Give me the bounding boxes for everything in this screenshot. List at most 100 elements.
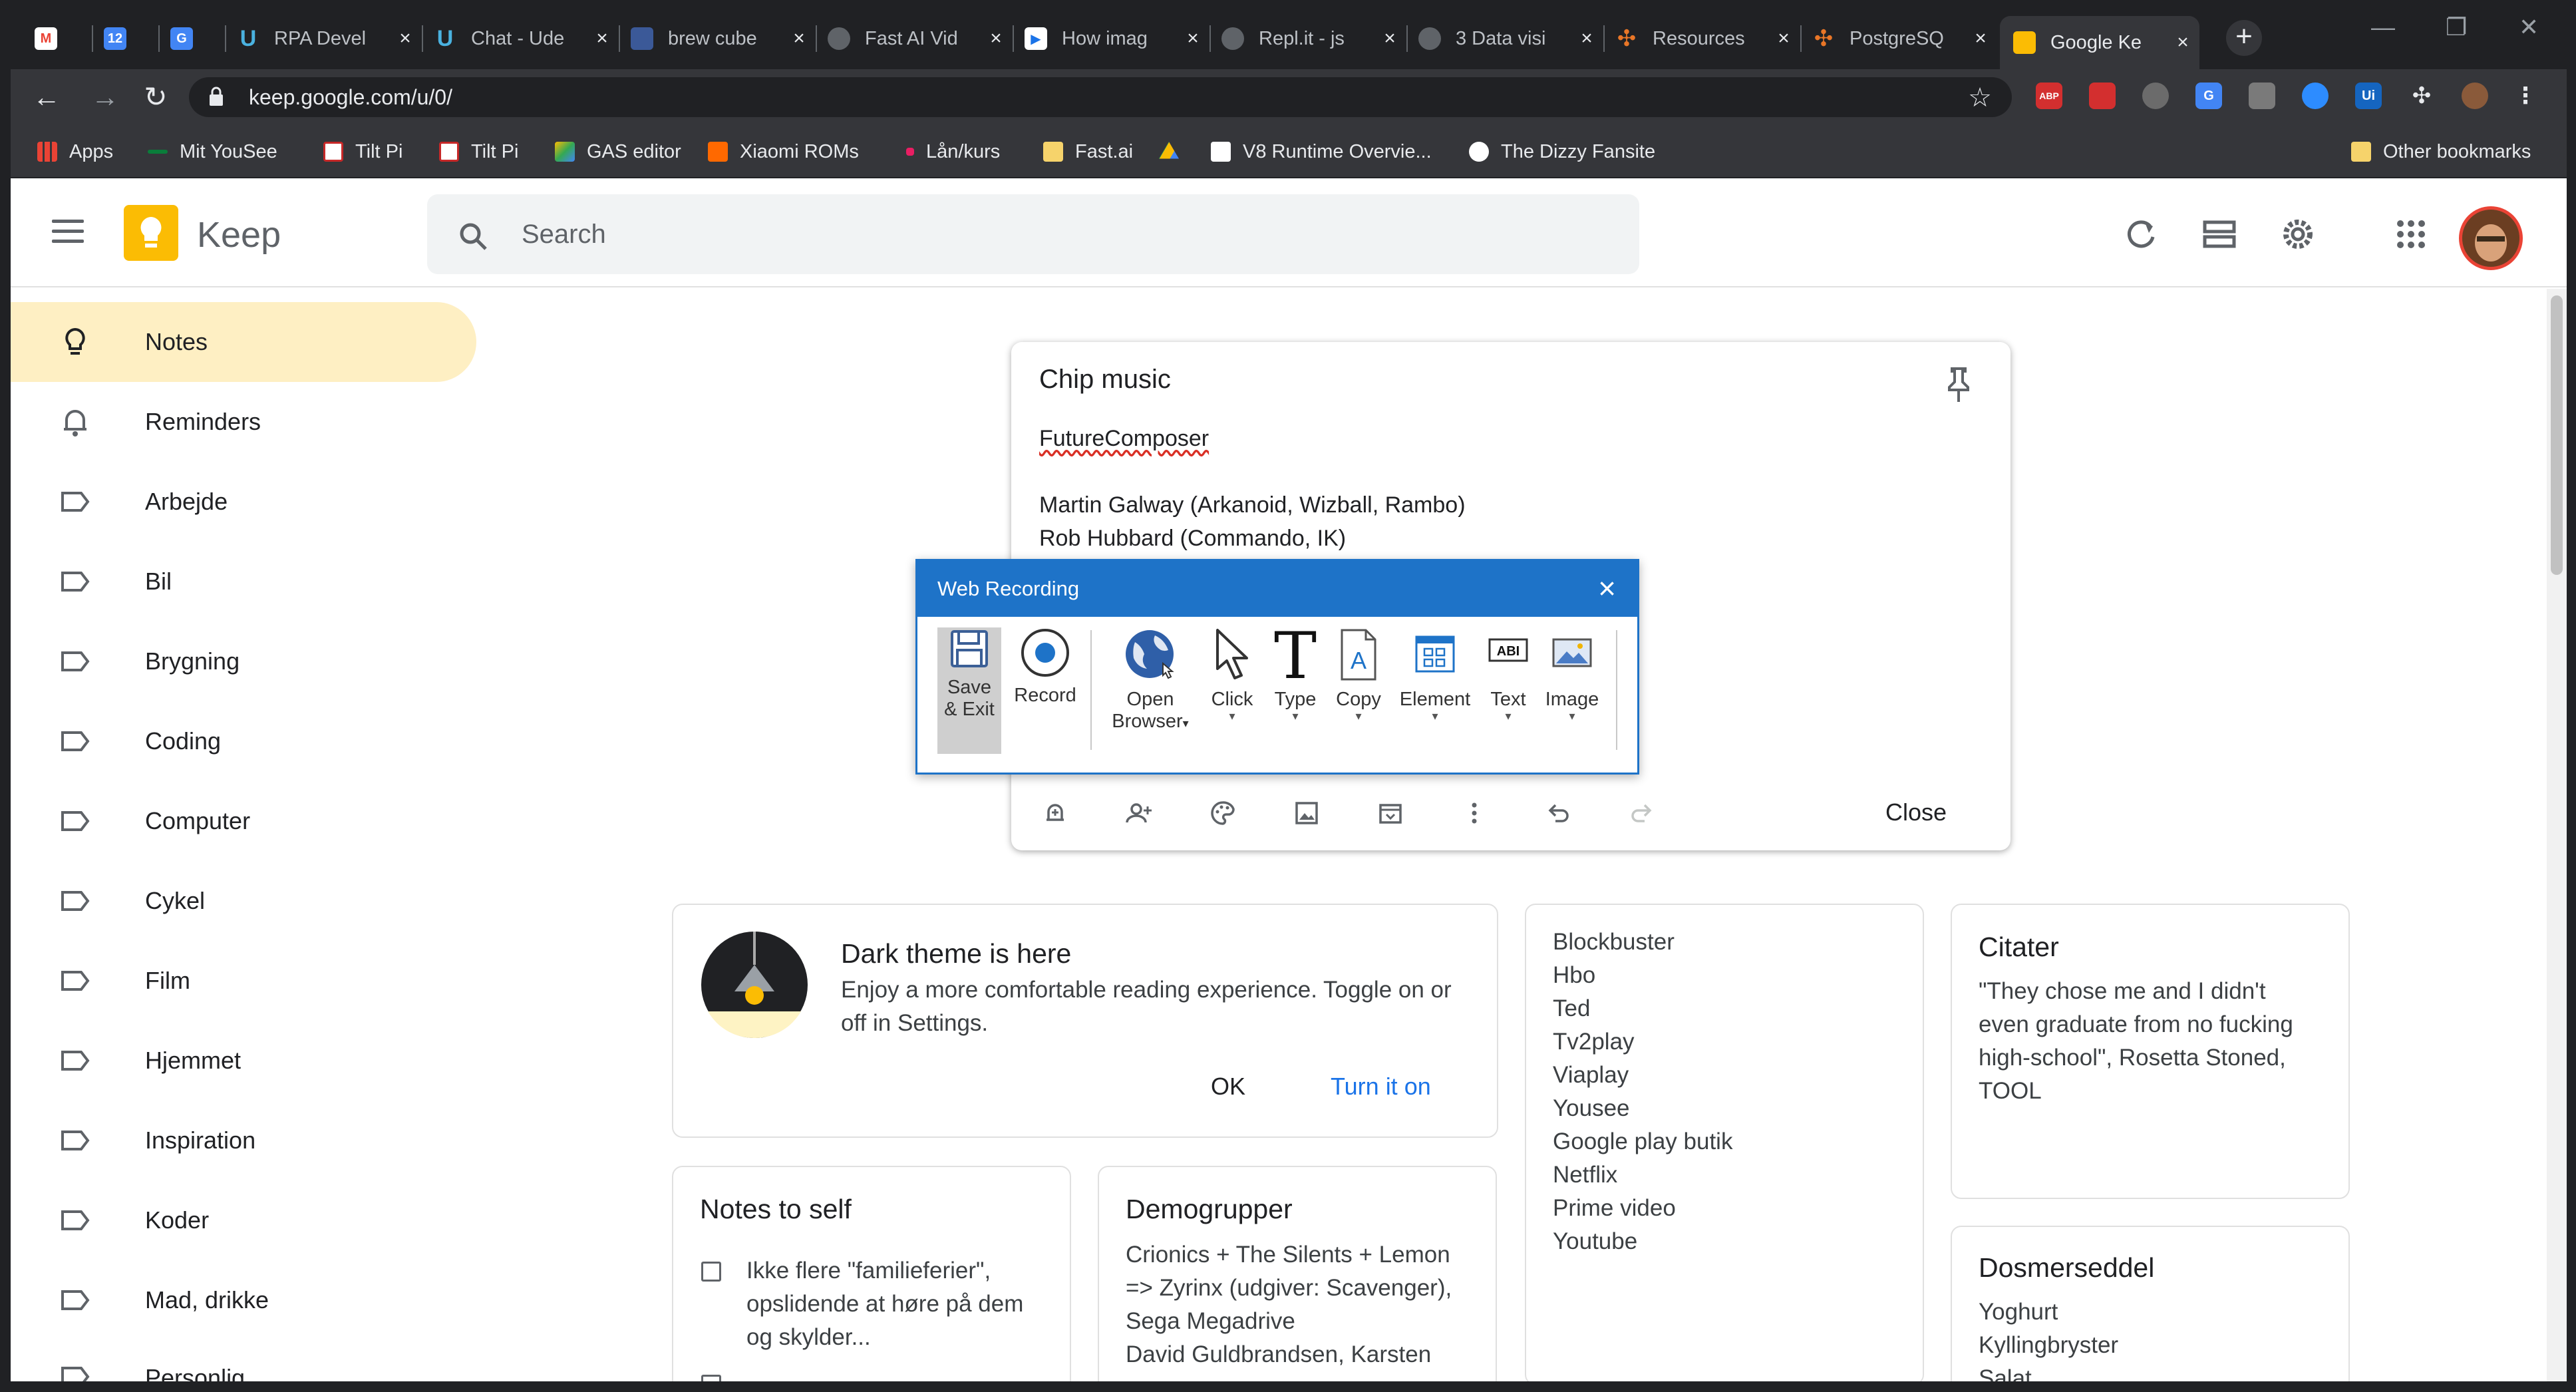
close-icon[interactable]: × bbox=[1598, 570, 1616, 606]
undo-icon[interactable] bbox=[1545, 800, 1571, 826]
list-view-icon[interactable] bbox=[2202, 217, 2237, 252]
checkbox-icon[interactable] bbox=[701, 1262, 721, 1282]
other-bookmarks[interactable]: Other bookmarks bbox=[2351, 138, 2531, 165]
extension-icon[interactable] bbox=[2249, 83, 2275, 109]
redo-icon[interactable] bbox=[1629, 800, 1655, 826]
remind-me-icon[interactable] bbox=[1042, 800, 1068, 826]
adblock-extension-icon[interactable]: ABP bbox=[2036, 83, 2062, 109]
browser-menu-icon[interactable]: ⋮ bbox=[2512, 83, 2539, 109]
collaborator-icon[interactable] bbox=[1126, 800, 1152, 826]
sidebar-item-hjemmet[interactable]: Hjemmet bbox=[11, 1021, 476, 1101]
demogrupper-card[interactable]: Demogrupper Crionics + The Silents + Lem… bbox=[1098, 1166, 1497, 1392]
more-options-icon[interactable] bbox=[1461, 800, 1488, 826]
close-tab-icon[interactable]: × bbox=[2173, 31, 2193, 54]
close-tab-icon[interactable]: × bbox=[1774, 27, 1794, 50]
save-and-exit-button[interactable]: Save & Exit bbox=[937, 627, 1001, 754]
google-apps-icon[interactable] bbox=[2394, 217, 2428, 252]
element-button[interactable]: Element ▾ bbox=[1394, 627, 1476, 754]
sidebar-item-cykel[interactable]: Cykel bbox=[11, 861, 476, 941]
pin-icon[interactable] bbox=[1944, 366, 1973, 403]
type-button[interactable]: T Type ▾ bbox=[1267, 627, 1323, 754]
sidebar-item-bil[interactable]: Bil bbox=[11, 542, 476, 621]
translate-extension-icon[interactable]: G bbox=[2195, 83, 2222, 109]
tab-how-image[interactable]: ▶ How imag × bbox=[1025, 16, 1203, 61]
sidebar-item-brygning[interactable]: Brygning bbox=[11, 621, 476, 701]
profile-avatar-icon[interactable] bbox=[2462, 83, 2488, 109]
bookmark-fast-ai[interactable]: Fast.ai bbox=[1043, 138, 1133, 165]
note-title[interactable]: Chip music bbox=[1039, 365, 1171, 395]
sidebar-item-koder[interactable]: Koder bbox=[11, 1180, 476, 1260]
openai-extension-icon[interactable] bbox=[2142, 83, 2169, 109]
tab-rpa-devel[interactable]: U RPA Devel × bbox=[237, 16, 415, 61]
bookmark-tilt-pi-2[interactable]: Tilt Pi bbox=[439, 138, 518, 165]
main-menu-icon[interactable] bbox=[52, 220, 84, 244]
close-note-button[interactable]: Close bbox=[1885, 798, 1947, 826]
tab-data-visi[interactable]: 3 Data visi × bbox=[1418, 16, 1597, 61]
note-body-line[interactable]: FutureComposer bbox=[1039, 426, 1209, 452]
tab-replit[interactable]: Repl.it - js × bbox=[1221, 16, 1400, 61]
search-icon[interactable] bbox=[458, 221, 488, 252]
tab-resources[interactable]: ✣ Resources × bbox=[1615, 16, 1794, 61]
record-button[interactable]: Record bbox=[1008, 627, 1082, 754]
dosmerseddel-card[interactable]: Dosmerseddel Yoghurt Kyllingbryster Sala… bbox=[1951, 1226, 2350, 1392]
reload-icon[interactable]: ↻ bbox=[137, 79, 174, 116]
add-image-icon[interactable] bbox=[1293, 800, 1320, 826]
sidebar-item-computer[interactable]: Computer bbox=[11, 781, 476, 861]
bookmark-dizzy-fansite[interactable]: The Dizzy Fansite bbox=[1469, 138, 1655, 165]
open-browser-button[interactable]: Open Browser▾ bbox=[1104, 627, 1197, 754]
window-close-icon[interactable]: ✕ bbox=[2519, 13, 2539, 41]
citater-card[interactable]: Citater "They chose me and I didn't even… bbox=[1951, 904, 2350, 1199]
tab-translate[interactable]: G bbox=[170, 16, 224, 61]
uipath-extension-icon[interactable]: Ui bbox=[2355, 83, 2382, 109]
sidebar-item-personlig[interactable]: Personlig bbox=[11, 1340, 476, 1381]
close-tab-icon[interactable]: × bbox=[1183, 27, 1203, 50]
search-input[interactable]: Search bbox=[427, 194, 1639, 274]
bookmark-xiaomi-roms[interactable]: Xiaomi ROMs bbox=[708, 138, 859, 165]
bookmark-apps[interactable]: Apps bbox=[37, 138, 113, 165]
bookmark-tilt-pi-1[interactable]: Tilt Pi bbox=[323, 138, 402, 165]
ok-button[interactable]: OK bbox=[1211, 1073, 1245, 1101]
archive-icon[interactable] bbox=[1377, 800, 1404, 826]
zoom-extension-icon[interactable] bbox=[2302, 83, 2329, 109]
back-icon[interactable]: ← bbox=[28, 79, 65, 116]
bookmark-gas-editor[interactable]: GAS editor bbox=[555, 138, 681, 165]
bookmark-mit-yousee[interactable]: Mit YouSee bbox=[148, 138, 277, 165]
bookmark-star-icon[interactable]: ☆ bbox=[1968, 83, 1992, 113]
close-tab-icon[interactable]: × bbox=[395, 27, 415, 50]
scrollbar-thumb[interactable] bbox=[2551, 295, 2563, 575]
text-button[interactable]: ABI Text ▾ bbox=[1480, 627, 1536, 754]
close-tab-icon[interactable]: × bbox=[1380, 27, 1400, 50]
image-button[interactable]: Image ▾ bbox=[1539, 627, 1605, 754]
tab-google-keep[interactable]: Google Ke × bbox=[2000, 16, 2199, 69]
page-scrollbar[interactable] bbox=[2547, 289, 2567, 1381]
notes-to-self-card[interactable]: Notes to self Ikke flere "familieferier"… bbox=[672, 1166, 1071, 1392]
tab-postgresql[interactable]: ✣ PostgreSQ × bbox=[1812, 16, 1991, 61]
sidebar-item-mad-drikke[interactable]: Mad, drikke bbox=[11, 1260, 476, 1340]
sidebar-item-film[interactable]: Film bbox=[11, 941, 476, 1021]
turn-it-on-button[interactable]: Turn it on bbox=[1331, 1073, 1431, 1101]
bookmark-v8-runtime[interactable]: V8 Runtime Overvie... bbox=[1211, 138, 1432, 165]
tab-gmail[interactable]: M bbox=[35, 16, 88, 61]
close-tab-icon[interactable]: × bbox=[789, 27, 809, 50]
minimize-icon[interactable]: — bbox=[2371, 13, 2395, 41]
sidebar-item-inspiration[interactable]: Inspiration bbox=[11, 1101, 476, 1180]
copy-button[interactable]: A Copy ▾ bbox=[1329, 627, 1388, 754]
sidebar-item-reminders[interactable]: Reminders bbox=[11, 382, 476, 462]
bookmark-laan-kurs[interactable]: Lån/kurs bbox=[906, 138, 1000, 165]
palette-icon[interactable] bbox=[1209, 800, 1236, 826]
bookmark-google-drive[interactable] bbox=[1159, 138, 1191, 165]
web-recording-titlebar[interactable]: Web Recording × bbox=[917, 561, 1637, 617]
close-tab-icon[interactable]: × bbox=[986, 27, 1006, 50]
note-body-line[interactable]: Rob Hubbard (Commando, IK) bbox=[1039, 526, 1346, 552]
close-tab-icon[interactable]: × bbox=[1577, 27, 1597, 50]
close-tab-icon[interactable]: × bbox=[1971, 27, 1991, 50]
sidebar-item-coding[interactable]: Coding bbox=[11, 701, 476, 781]
sidebar-item-notes[interactable]: Notes bbox=[11, 302, 476, 382]
sidebar-item-arbejde[interactable]: Arbejde bbox=[11, 462, 476, 542]
restore-icon[interactable]: ❐ bbox=[2446, 13, 2467, 41]
click-button[interactable]: Click ▾ bbox=[1204, 627, 1261, 754]
settings-gear-icon[interactable] bbox=[2281, 217, 2315, 252]
puzzle-extensions-icon[interactable]: ✣ bbox=[2408, 83, 2435, 109]
dark-theme-card[interactable]: Dark theme is here Enjoy a more comforta… bbox=[672, 904, 1498, 1138]
refresh-icon[interactable] bbox=[2124, 217, 2158, 252]
